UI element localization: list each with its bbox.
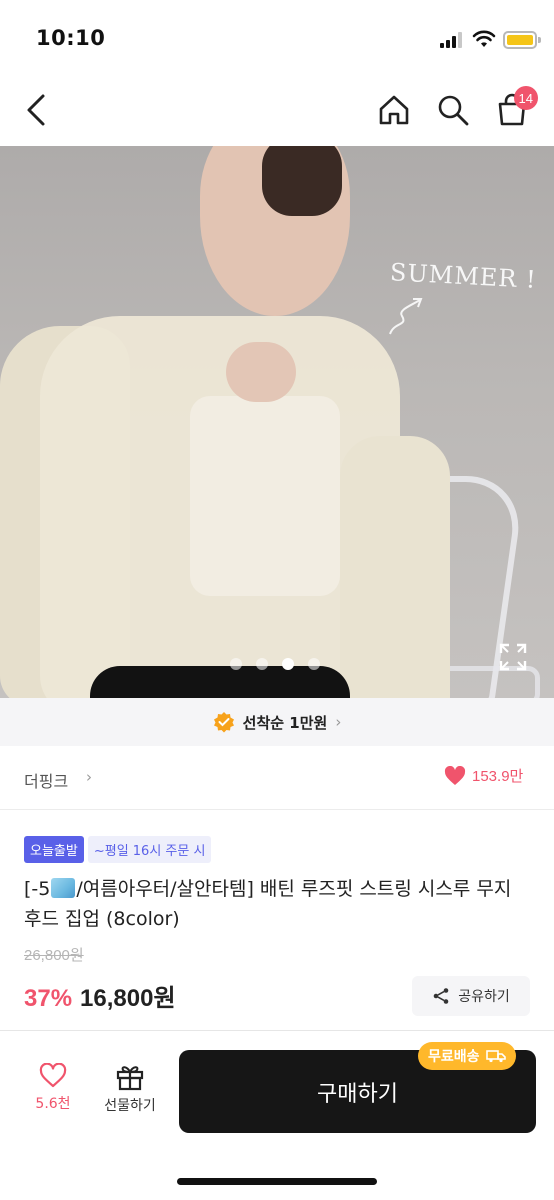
cart-count-badge: 14 xyxy=(513,86,538,110)
heart-outline-icon xyxy=(39,1063,67,1088)
gallery-dot[interactable] xyxy=(308,658,320,670)
brand-name-link[interactable]: 더핑크 xyxy=(24,768,68,792)
gallery-dot-active[interactable] xyxy=(282,658,294,670)
share-button[interactable]: 공유하기 xyxy=(412,976,530,1016)
gift-icon xyxy=(116,1066,144,1091)
share-icon xyxy=(433,988,449,1004)
home-icon xyxy=(379,95,409,125)
brand-row: 더핑크 › 153.9만 xyxy=(0,746,554,810)
back-button[interactable] xyxy=(18,90,54,130)
search-icon xyxy=(438,95,469,126)
chevron-right-icon: › xyxy=(86,768,92,786)
like-count: 5.6천 xyxy=(35,1096,71,1112)
gallery-dot[interactable] xyxy=(230,658,242,670)
home-button[interactable] xyxy=(374,90,414,130)
expand-icon[interactable] xyxy=(498,642,528,672)
share-label: 공유하기 xyxy=(458,989,510,1005)
brand-like-count: 153.9만 xyxy=(472,768,524,785)
truck-icon xyxy=(485,1050,506,1063)
product-image-gallery[interactable]: SUMMER ! xyxy=(0,146,554,698)
original-price: 26,800원 xyxy=(24,947,84,964)
promo-label: 선착순 1만원 xyxy=(242,713,328,732)
promo-banner[interactable]: 선착순 1만원 › xyxy=(0,698,554,746)
gallery-overlay-text: SUMMER ! xyxy=(389,258,538,294)
gift-label: 선물하기 xyxy=(104,1098,156,1114)
product-title-prefix: [-5 xyxy=(24,878,51,900)
product-photo-sleeve-right xyxy=(340,436,450,698)
product-photo-top xyxy=(190,396,340,596)
delivery-badges: 오늘출발 ~평일 16시 주문 시 xyxy=(24,836,212,863)
signal-icon xyxy=(440,32,464,48)
product-photo-shorts xyxy=(90,666,350,698)
sketch-arrow-icon xyxy=(389,298,423,335)
battery-icon xyxy=(503,31,541,49)
cart-button[interactable]: 14 xyxy=(492,86,538,130)
heart-filled-icon xyxy=(444,765,466,785)
product-title-text: /여름아우터/살안타템] 배틴 루즈핏 스트링 시스루 무지 후드 집업 (8c… xyxy=(24,878,512,930)
wifi-icon xyxy=(472,30,496,47)
today-shipping-badge: 오늘출발 xyxy=(24,836,84,863)
chevron-left-icon xyxy=(27,94,45,126)
search-button[interactable] xyxy=(433,90,473,130)
product-photo-hand xyxy=(226,342,296,402)
product-photo-hair xyxy=(262,146,342,216)
ice-cube-icon xyxy=(51,878,76,898)
product-title: [-5/여름아우터/살안타템] 배틴 루즈핏 스트링 시스루 무지 후드 집업 … xyxy=(24,874,534,934)
gallery-pagination xyxy=(230,658,320,670)
price-row: 37% 16,800원 xyxy=(24,978,176,1013)
sale-price: 16,800원 xyxy=(80,985,176,1012)
top-nav: 14 xyxy=(0,80,554,144)
like-button[interactable]: 5.6천 xyxy=(22,1063,84,1127)
brand-like-button[interactable]: 153.9만 xyxy=(444,765,523,786)
home-indicator xyxy=(177,1178,377,1185)
status-bar: 10:10 xyxy=(0,0,554,80)
gallery-dot[interactable] xyxy=(256,658,268,670)
status-time: 10:10 xyxy=(36,26,106,50)
free-shipping-badge: 무료배송 xyxy=(418,1042,516,1070)
chevron-right-icon: › xyxy=(335,713,342,731)
coupon-badge-icon xyxy=(213,712,234,733)
free-shipping-label: 무료배송 xyxy=(428,1049,480,1065)
gift-button[interactable]: 선물하기 xyxy=(94,1063,166,1127)
shipping-cutoff-note: ~평일 16시 주문 시 xyxy=(87,836,212,863)
discount-rate: 37% xyxy=(24,985,73,1012)
